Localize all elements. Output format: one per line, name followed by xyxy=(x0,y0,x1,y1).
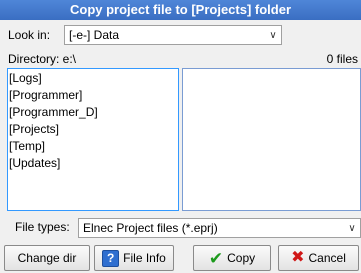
chevron-down-icon[interactable]: ∨ xyxy=(265,26,281,44)
directory-label: Directory: e:\ xyxy=(8,52,77,66)
directory-list[interactable]: [Logs] [Programmer] [Programmer_D] [Project… xyxy=(7,68,179,211)
directory-list-item[interactable]: [Updates] xyxy=(9,155,178,172)
help-icon: ? xyxy=(102,249,120,267)
chevron-down-icon[interactable]: ∨ xyxy=(344,219,360,237)
files-count: 0 files xyxy=(326,52,358,66)
directory-list-item[interactable]: [Programmer_D] xyxy=(9,104,178,121)
change-dir-label: Change dir xyxy=(17,251,77,265)
checkmark-icon: ✔ xyxy=(208,248,224,268)
close-icon: ✖ xyxy=(291,249,305,266)
look-in-value: [-e-] Data xyxy=(69,28,120,42)
copy-button[interactable]: ✔ Copy xyxy=(193,245,271,271)
directory-list-item[interactable]: [Projects] xyxy=(9,121,178,138)
look-in-label: Look in: xyxy=(8,28,51,42)
file-list[interactable] xyxy=(182,68,361,211)
directory-list-item[interactable]: [Logs] xyxy=(9,70,178,87)
change-dir-button[interactable]: Change dir xyxy=(4,245,90,271)
file-types-value: Elnec Project files (*.eprj) xyxy=(83,221,218,235)
directory-list-item[interactable]: [Programmer] xyxy=(9,87,178,104)
file-info-label: File Info xyxy=(123,251,166,265)
cancel-label: Cancel xyxy=(308,251,346,265)
file-types-label: File types: xyxy=(15,220,70,234)
window-title: Copy project file to [Projects] folder xyxy=(0,0,361,20)
copy-label: Copy xyxy=(227,251,256,265)
file-info-button[interactable]: ? File Info xyxy=(94,245,174,271)
look-in-dropdown[interactable]: [-e-] Data ∨ xyxy=(64,25,282,45)
file-types-dropdown[interactable]: Elnec Project files (*.eprj) ∨ xyxy=(78,218,361,238)
directory-list-item[interactable]: [Temp] xyxy=(9,138,178,155)
cancel-button[interactable]: ✖ Cancel xyxy=(278,245,359,271)
